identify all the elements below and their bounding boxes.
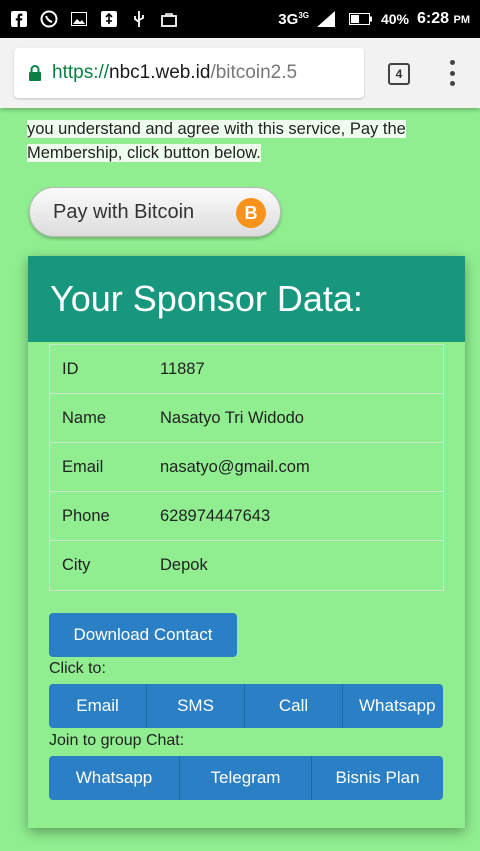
network-type: 3G3G bbox=[278, 10, 309, 28]
sponsor-table: ID 11887 Name Nasatyo Tri Widodo Email n… bbox=[49, 344, 444, 591]
bisnis-plan-button[interactable]: Bisnis Plan bbox=[312, 756, 443, 800]
join-group-label: Join to group Chat: bbox=[49, 732, 185, 749]
facebook-icon bbox=[10, 10, 28, 28]
sponsor-heading: Your Sponsor Data: bbox=[28, 256, 465, 342]
image-icon bbox=[70, 10, 88, 28]
row-key: Email bbox=[62, 457, 104, 476]
system-status: 3G3G 40% 6:28 PM bbox=[278, 10, 470, 28]
shopping-bag-icon bbox=[160, 10, 178, 28]
row-key: ID bbox=[62, 359, 79, 378]
signal-icon bbox=[316, 11, 335, 27]
whatsapp-icon bbox=[40, 10, 58, 28]
row-key: Phone bbox=[62, 506, 110, 525]
call-button[interactable]: Call bbox=[245, 684, 343, 728]
row-value: 11887 bbox=[160, 359, 205, 378]
notification-icons bbox=[10, 10, 178, 28]
tab-switcher-button[interactable]: 4 bbox=[388, 63, 410, 85]
row-key: City bbox=[62, 556, 91, 574]
sponsor-card: Your Sponsor Data: ID 11887 Name Nasatyo… bbox=[28, 256, 465, 828]
row-value: Nasatyo Tri Widodo bbox=[160, 408, 304, 427]
contact-button-group: Email SMS Call Whatsapp bbox=[49, 684, 443, 728]
email-button[interactable]: Email bbox=[49, 684, 147, 728]
intro-text: you understand and agree with this servi… bbox=[27, 117, 467, 165]
table-row: Name Nasatyo Tri Widodo bbox=[50, 394, 443, 443]
intro-line-1: you understand and agree with this servi… bbox=[27, 120, 406, 138]
table-row: City Depok bbox=[50, 541, 443, 590]
telegram-group-button[interactable]: Telegram bbox=[180, 756, 312, 800]
browser-toolbar: https://nbc1.web.id/bitcoin2.5 4 bbox=[0, 38, 480, 108]
download-contact-button[interactable]: Download Contact bbox=[49, 613, 237, 657]
table-row: Phone 628974447643 bbox=[50, 492, 443, 541]
row-key: Name bbox=[62, 408, 107, 427]
row-value: nasatyo@gmail.com bbox=[160, 457, 310, 476]
row-value: Depok bbox=[160, 556, 208, 574]
address-bar[interactable]: https://nbc1.web.id/bitcoin2.5 bbox=[14, 48, 364, 98]
pay-with-bitcoin-button[interactable]: Pay with Bitcoin B bbox=[29, 187, 281, 237]
whatsapp-group-button[interactable]: Whatsapp bbox=[49, 756, 180, 800]
url-text: https://nbc1.web.id/bitcoin2.5 bbox=[52, 62, 298, 83]
group-chat-button-group: Whatsapp Telegram Bisnis Plan bbox=[49, 756, 443, 800]
row-value: 628974447643 bbox=[160, 506, 271, 525]
battery-icon bbox=[348, 13, 372, 25]
status-bar: 3G3G 40% 6:28 PM bbox=[0, 0, 480, 38]
click-to-label: Click to: bbox=[49, 660, 106, 677]
pay-button-label: Pay with Bitcoin bbox=[53, 200, 195, 223]
clock: 6:28 PM bbox=[417, 10, 470, 27]
usb-debug-icon bbox=[100, 10, 118, 28]
table-row: Email nasatyo@gmail.com bbox=[50, 443, 443, 492]
table-row: ID 11887 bbox=[50, 345, 443, 394]
overflow-menu-icon[interactable] bbox=[448, 60, 456, 86]
bitcoin-icon: B bbox=[236, 198, 266, 228]
whatsapp-button[interactable]: Whatsapp bbox=[343, 684, 443, 728]
lock-icon bbox=[29, 64, 41, 81]
usb-icon bbox=[130, 10, 148, 28]
intro-line-2: Membership, click button below. bbox=[27, 144, 261, 162]
battery-percent: 40% bbox=[380, 11, 410, 27]
sms-button[interactable]: SMS bbox=[147, 684, 245, 728]
